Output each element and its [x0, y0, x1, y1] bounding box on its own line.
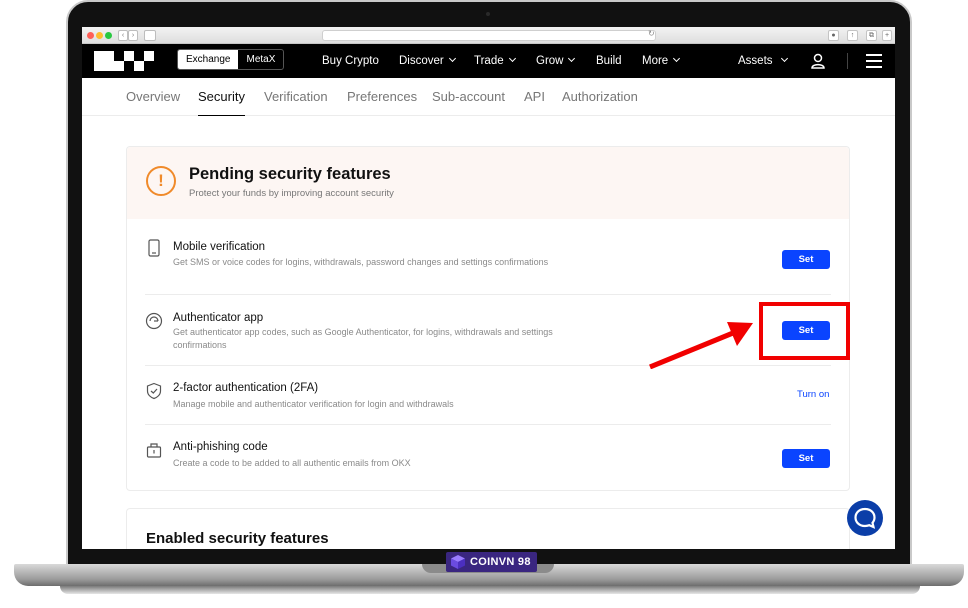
set-anti-phishing-button[interactable]: Set — [782, 449, 830, 468]
row-title: Authenticator app — [173, 312, 264, 324]
account-tabs: Overview Security Verification Preferenc… — [82, 78, 895, 117]
watermark: COINVN 98 — [446, 552, 537, 572]
tab-authorization[interactable]: Authorization — [562, 89, 638, 104]
chat-button[interactable] — [847, 500, 883, 536]
segment-exchange[interactable]: Exchange — [178, 50, 239, 69]
new-tab-icon[interactable]: + — [882, 30, 892, 41]
nav-build[interactable]: Build — [596, 44, 622, 78]
chevron-down-icon — [508, 54, 516, 63]
warning-icon: ! — [146, 166, 176, 196]
row-description: Get authenticator app codes, such as Goo… — [173, 327, 553, 350]
chevron-down-icon — [673, 54, 681, 63]
top-navigation: Exchange MetaX Buy Crypto Discover Trade… — [82, 44, 895, 78]
row-description: Manage mobile and authenticator verifica… — [173, 399, 454, 409]
download-icon[interactable]: ● — [828, 30, 839, 41]
row-title: Anti-phishing code — [173, 441, 268, 453]
nav-divider — [847, 53, 848, 69]
user-icon[interactable] — [811, 53, 825, 69]
watermark-text: COINVN 98 — [470, 556, 531, 568]
chevron-down-icon — [780, 54, 788, 63]
chevron-down-icon — [448, 54, 456, 63]
share-icon[interactable]: ↑ — [847, 30, 858, 41]
stage: ‹ › ↻ ● ↑ ⧉ + Exchange MetaX Buy Crypto … — [0, 0, 968, 608]
list-item-2fa: 2-factor authentication (2FA) Manage mob… — [145, 366, 831, 425]
okx-logo[interactable] — [94, 51, 154, 71]
tab-overview[interactable]: Overview — [126, 89, 180, 104]
red-arrow-icon — [649, 322, 753, 369]
close-window-button[interactable] — [87, 32, 94, 39]
segment-metax[interactable]: MetaX — [238, 50, 283, 69]
browser-toolbar: ‹ › ↻ ● ↑ ⧉ + — [82, 27, 895, 44]
minimize-window-button[interactable] — [96, 32, 103, 39]
list-item-anti-phishing: Anti-phishing code Create a code to be a… — [145, 425, 831, 485]
maximize-window-button[interactable] — [105, 32, 112, 39]
cube-logo-icon — [451, 555, 465, 569]
browser-screen: ‹ › ↻ ● ↑ ⧉ + Exchange MetaX Buy Crypto … — [82, 27, 895, 549]
nav-buy-crypto[interactable]: Buy Crypto — [322, 44, 379, 78]
menu-icon[interactable] — [866, 54, 882, 68]
pending-subtitle: Protect your funds by improving account … — [189, 188, 394, 199]
chat-icon — [854, 507, 876, 529]
highlight-box — [759, 302, 850, 360]
row-title: 2-factor authentication (2FA) — [173, 382, 319, 394]
anti-phishing-icon — [146, 443, 162, 458]
nav-discover[interactable]: Discover — [399, 44, 456, 78]
security-content: ! Pending security features Protect your… — [82, 116, 895, 549]
tab-preferences[interactable]: Preferences — [347, 89, 417, 104]
nav-assets[interactable]: Assets — [738, 44, 788, 78]
enabled-features-card: Enabled security features — [126, 508, 850, 549]
authenticator-icon — [145, 312, 163, 330]
tabs-icon[interactable]: ⧉ — [866, 30, 877, 41]
list-item-mobile-verification: Mobile verification Get SMS or voice cod… — [145, 219, 831, 295]
tab-api[interactable]: API — [524, 89, 545, 104]
mobile-icon — [148, 239, 160, 257]
enabled-title: Enabled security features — [146, 530, 329, 547]
shield-icon — [146, 382, 162, 400]
set-mobile-button[interactable]: Set — [782, 250, 830, 269]
row-title: Mobile verification — [173, 241, 266, 253]
tab-verification[interactable]: Verification — [264, 89, 328, 104]
pending-header: ! Pending security features Protect your… — [127, 147, 849, 219]
pending-title: Pending security features — [189, 165, 391, 183]
nav-grow[interactable]: Grow — [536, 44, 576, 78]
mode-switch: Exchange MetaX — [177, 49, 285, 70]
turn-on-2fa-link[interactable]: Turn on — [797, 389, 829, 400]
reload-icon[interactable]: ↻ — [648, 29, 655, 38]
nav-trade[interactable]: Trade — [474, 44, 516, 78]
camera — [486, 12, 490, 16]
tab-security[interactable]: Security — [198, 89, 245, 104]
nav-more[interactable]: More — [642, 44, 681, 78]
tab-sub-account[interactable]: Sub-account — [432, 89, 505, 104]
address-bar[interactable] — [322, 30, 656, 41]
row-description: Get SMS or voice codes for logins, withd… — [173, 257, 549, 267]
row-description: Create a code to be added to all authent… — [173, 458, 411, 468]
laptop-base-bottom — [60, 586, 920, 594]
sidebar-icon[interactable] — [144, 30, 156, 41]
back-icon[interactable]: ‹ — [118, 30, 128, 41]
forward-icon[interactable]: › — [128, 30, 138, 41]
chevron-down-icon — [568, 54, 576, 63]
